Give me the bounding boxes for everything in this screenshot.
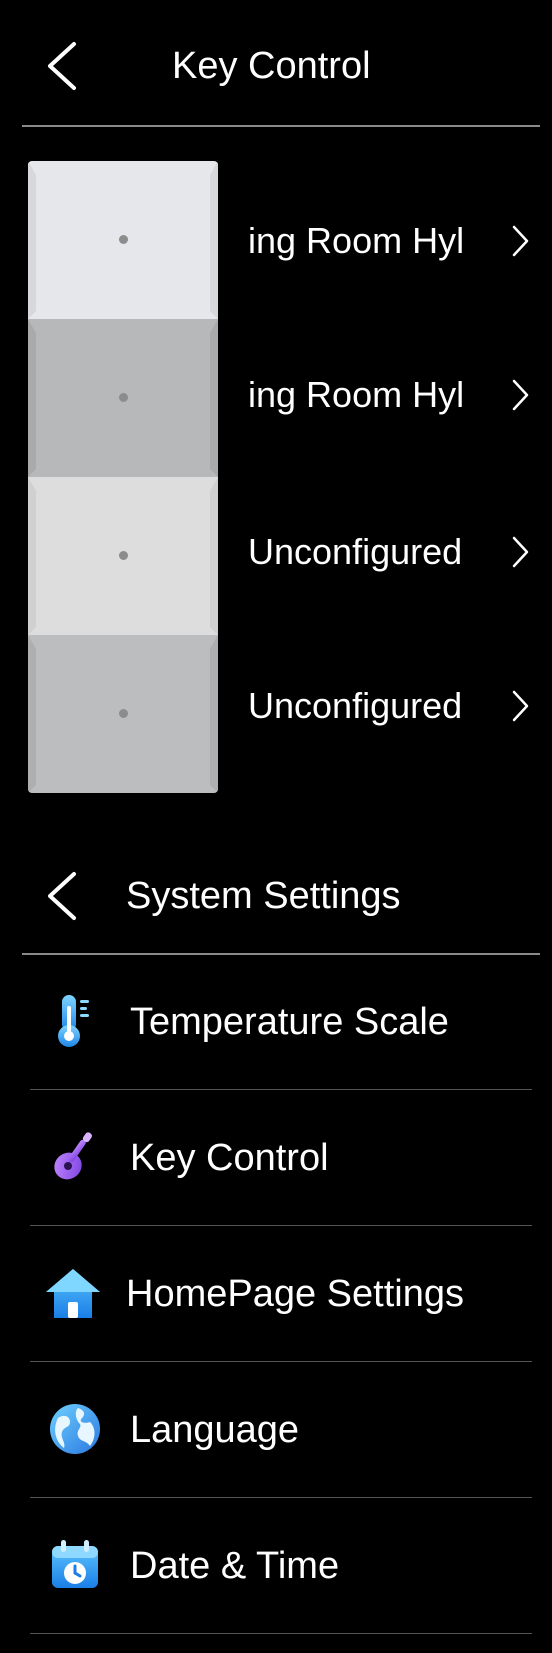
- chevron-right-icon: [512, 225, 529, 257]
- key-2[interactable]: [28, 319, 218, 477]
- home-icon: [46, 1269, 100, 1318]
- list-divider: [30, 1633, 532, 1634]
- key-1[interactable]: [28, 161, 218, 319]
- chevron-right-icon: [512, 536, 529, 568]
- settings-item-language[interactable]: Language: [30, 1362, 532, 1498]
- key-4-label-row[interactable]: Unconfigured: [248, 681, 544, 731]
- key-2-indicator: [119, 393, 128, 402]
- settings-item-homepage-settings[interactable]: HomePage Settings: [30, 1226, 532, 1362]
- key-4-indicator: [119, 709, 128, 718]
- chevron-right-icon: [512, 690, 529, 722]
- settings-item-label: Key Control: [130, 1137, 329, 1179]
- key-control-header: Key Control: [0, 0, 552, 125]
- key-1-label-row[interactable]: ing Room Hyl: [248, 216, 544, 266]
- settings-item-label: HomePage Settings: [126, 1273, 464, 1315]
- settings-item-label: Date & Time: [130, 1545, 340, 1587]
- settings-item-label: Temperature Scale: [130, 1001, 449, 1043]
- header-divider: [22, 125, 540, 127]
- key-3-indicator: [119, 551, 128, 560]
- key-panel: [28, 161, 218, 793]
- key-2-label-row[interactable]: ing Room Hyl: [248, 370, 544, 420]
- thermometer-icon: [58, 995, 89, 1047]
- section-title: System Settings: [126, 875, 401, 917]
- settings-item-label: Language: [130, 1409, 300, 1451]
- back-chevron-icon[interactable]: [44, 870, 80, 922]
- key-2-label: ing Room Hyl: [248, 374, 465, 415]
- settings-item-date-time[interactable]: Date & Time: [30, 1498, 532, 1634]
- guitar-icon: [54, 1132, 92, 1180]
- page-title: Key Control: [172, 45, 371, 87]
- key-3[interactable]: [28, 477, 218, 635]
- back-chevron-icon[interactable]: [44, 40, 80, 92]
- key-4-label: Unconfigured: [248, 685, 463, 726]
- key-3-label: Unconfigured: [248, 531, 463, 572]
- settings-item-temperature-scale[interactable]: Temperature Scale: [30, 954, 532, 1090]
- globe-icon: [50, 1404, 100, 1454]
- chevron-right-icon: [512, 379, 529, 411]
- system-settings-header: System Settings: [0, 830, 552, 950]
- settings-item-key-control[interactable]: Key Control: [30, 1090, 532, 1226]
- calendar-clock-icon: [52, 1540, 98, 1588]
- key-4[interactable]: [28, 635, 218, 793]
- key-3-label-row[interactable]: Unconfigured: [248, 527, 544, 577]
- key-1-label: ing Room Hyl: [248, 220, 465, 261]
- key-1-indicator: [119, 235, 128, 244]
